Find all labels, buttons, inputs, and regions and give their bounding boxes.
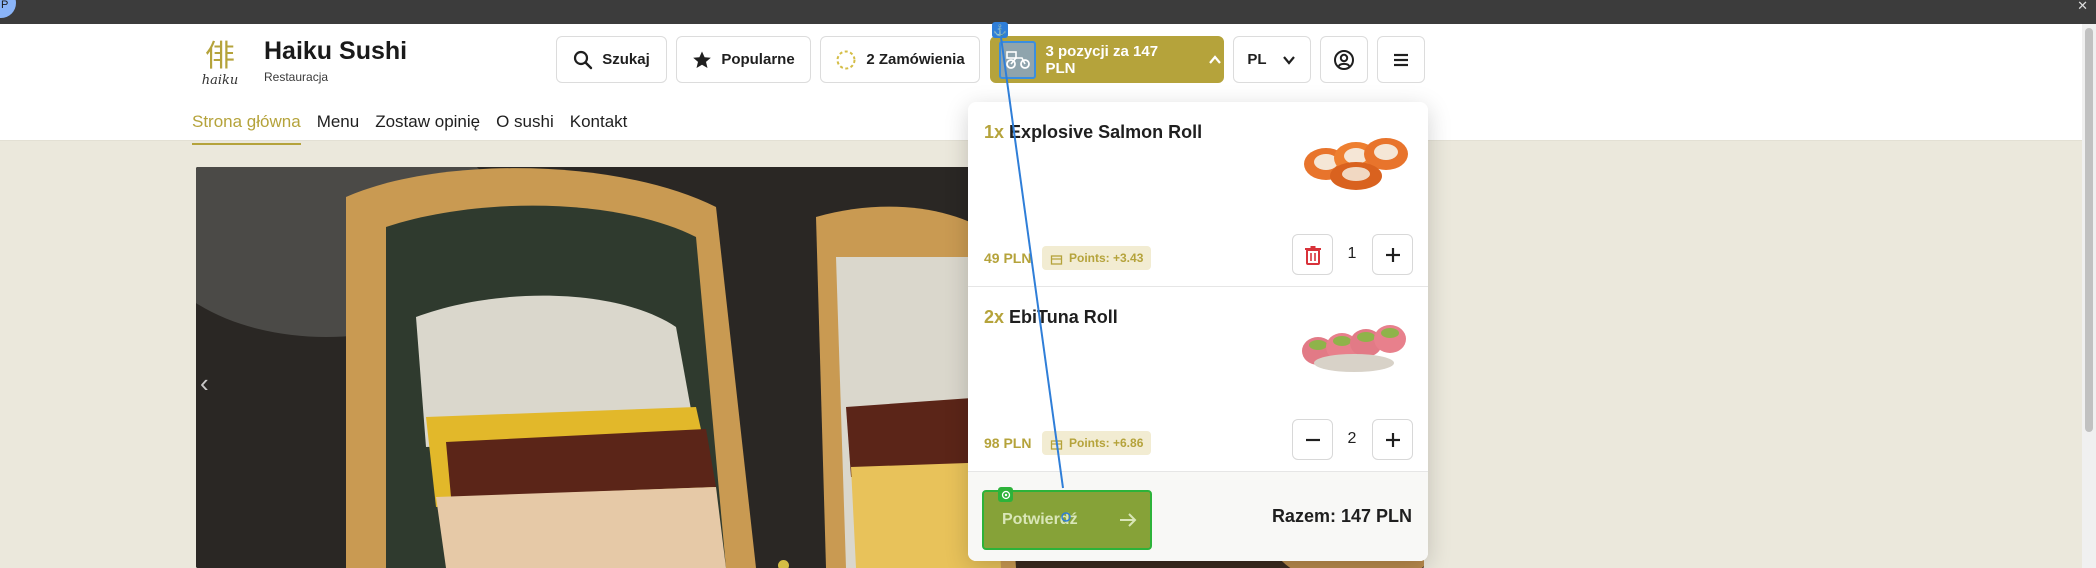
hamburger-icon — [1394, 53, 1408, 66]
loading-spinner-icon — [836, 50, 856, 69]
profile-avatar-letter: P — [1, 0, 9, 11]
nav-item-home[interactable]: Strona główna — [192, 112, 301, 145]
points-label: Points: +6.86 — [1069, 436, 1144, 450]
haiku-logo[interactable]: 俳 haiku — [194, 36, 246, 94]
search-icon — [574, 50, 593, 69]
cart-item-qty: 1x — [984, 122, 1005, 142]
trash-icon — [1304, 245, 1321, 265]
cart-popup: 1x Explosive Salmon Roll 49 PLN Points: … — [968, 102, 1428, 561]
brand-subtitle: Restauracja — [264, 70, 329, 84]
hero-slide-indicator[interactable] — [778, 560, 789, 568]
cart-total: Razem: 147 PLN — [1271, 506, 1412, 526]
cart-button-label: 3 pozycji za 147 PLN — [1045, 42, 1159, 77]
quantity-value: 1 — [1347, 245, 1357, 262]
cart-item-name: Explosive Salmon Roll — [1009, 122, 1203, 142]
search-button[interactable]: Szukaj — [556, 36, 667, 83]
quantity-value: 2 — [1347, 430, 1357, 447]
page-scrollbar[interactable] — [2082, 24, 2096, 568]
minus-icon — [1305, 438, 1320, 441]
cart-item-title: 2x EbiTuna Roll — [984, 307, 1118, 328]
logo-text: haiku — [202, 73, 239, 88]
gift-icon — [1050, 439, 1063, 450]
increase-quantity-button[interactable] — [1372, 234, 1413, 275]
cart-item-name: EbiTuna Roll — [1009, 307, 1118, 327]
chevron-down-icon — [1282, 55, 1295, 65]
chevron-up-icon — [1209, 54, 1221, 64]
nav-item-about-sushi[interactable]: O sushi — [496, 112, 554, 145]
user-icon — [1334, 49, 1354, 70]
nav-item-contact[interactable]: Kontakt — [570, 112, 628, 145]
points-badge: Points: +6.86 — [1042, 431, 1152, 455]
search-button-label: Szukaj — [602, 51, 650, 68]
nav-item-menu[interactable]: Menu — [317, 112, 360, 145]
cart-item-qty: 2x — [984, 307, 1005, 327]
delivery-bike-icon — [999, 40, 1037, 79]
main-nav: Strona główna Menu Zostaw opinię O sushi… — [192, 112, 643, 145]
language-selector[interactable]: PL — [1233, 36, 1311, 83]
orders-button-label: 2 Zamówienia — [866, 51, 965, 68]
gift-icon — [1050, 254, 1063, 265]
points-badge: Points: +3.43 — [1042, 246, 1152, 270]
scrollbar-thumb[interactable] — [2085, 28, 2093, 432]
decrease-quantity-button[interactable] — [1292, 419, 1333, 460]
increase-quantity-button[interactable] — [1372, 419, 1413, 460]
cart-item: 2x EbiTuna Roll 98 PLN Points: +6.86 2 — [968, 287, 1428, 472]
cart-item-price: 49 PLN — [984, 250, 1032, 266]
cart-button[interactable]: 3 pozycji za 147 PLN — [990, 36, 1224, 83]
popular-button-label: Popularne — [721, 51, 795, 68]
anchor-icon: ⚓ — [992, 22, 1008, 38]
target-marker-icon — [998, 487, 1013, 502]
cart-item-price: 98 PLN — [984, 435, 1032, 451]
popular-button[interactable]: Popularne — [676, 36, 811, 83]
cart-footer: Potwierdź Razem: 147 PLN — [968, 472, 1428, 561]
orders-button[interactable]: 2 Zamówienia — [820, 36, 980, 83]
confirm-order-button[interactable]: Potwierdź — [982, 487, 1152, 550]
language-label: PL — [1247, 51, 1267, 68]
confirm-order-label: Potwierdź — [1002, 511, 1078, 528]
points-label: Points: +3.43 — [1069, 251, 1144, 265]
cart-item-title: 1x Explosive Salmon Roll — [984, 122, 1202, 143]
plus-icon — [1385, 432, 1400, 447]
cart-item: 1x Explosive Salmon Roll 49 PLN Points: … — [968, 102, 1428, 287]
plus-icon — [1385, 247, 1400, 262]
browser-toolbar-strip: P ✕ — [0, 0, 2096, 24]
hero-prev-arrow[interactable]: ‹ — [200, 368, 209, 399]
menu-button[interactable] — [1377, 36, 1425, 83]
close-icon[interactable]: ✕ — [2077, 0, 2088, 12]
account-button[interactable] — [1320, 36, 1368, 83]
brand-name[interactable]: Haiku Sushi — [264, 37, 407, 66]
svg-text:俳: 俳 — [205, 39, 235, 74]
nav-item-review[interactable]: Zostaw opinię — [375, 112, 480, 145]
ebituna-roll-image — [1302, 325, 1406, 372]
salmon-roll-image — [1304, 138, 1408, 190]
arrow-right-icon — [1119, 513, 1136, 527]
profile-avatar[interactable]: P — [0, 0, 16, 18]
remove-item-button[interactable] — [1292, 234, 1333, 275]
star-icon — [693, 51, 712, 68]
